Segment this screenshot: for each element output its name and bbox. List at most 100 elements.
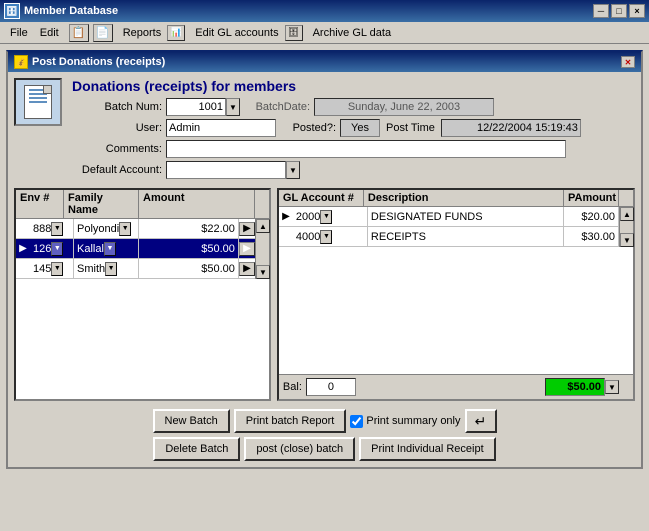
- batch-date-input: [314, 98, 494, 116]
- btn-row-1: New Batch Print batch Report Print summa…: [14, 409, 635, 433]
- user-row: User: Posted?: Post Time: [72, 119, 635, 137]
- nav-btn-2[interactable]: ▶: [239, 242, 255, 256]
- close-app-button[interactable]: ×: [629, 4, 645, 18]
- balance-scroll-btn[interactable]: ▼: [605, 380, 619, 394]
- env-cell-2: 126 ▼: [30, 239, 74, 258]
- menu-reports[interactable]: Reports: [117, 25, 168, 41]
- env-dropdown-3[interactable]: ▼: [51, 262, 63, 276]
- pamount-cell-1: $20.00: [564, 207, 619, 226]
- pamount-col-header: PAmount: [564, 190, 619, 206]
- left-table-scrollbar[interactable]: ▲ ▼: [255, 219, 269, 279]
- batch-num-dropdown[interactable]: ▼: [226, 98, 240, 116]
- comments-input[interactable]: [166, 140, 566, 158]
- desc-col-header: Description: [364, 190, 564, 206]
- delete-batch-button[interactable]: Delete Batch: [153, 437, 240, 461]
- app-icon: 🗄: [4, 3, 20, 19]
- gl-dropdown-2[interactable]: ▼: [320, 230, 332, 244]
- post-close-batch-button[interactable]: post (close) batch: [244, 437, 355, 461]
- menu-edit[interactable]: Edit: [34, 25, 65, 41]
- right-scroll-down-btn[interactable]: ▼: [620, 233, 634, 247]
- post-time-label: Post Time: [386, 122, 435, 134]
- balance-amount: $50.00: [545, 378, 605, 396]
- nav-btn-1[interactable]: ▶: [239, 222, 255, 236]
- amount-cell-1: $22.00: [139, 219, 239, 238]
- dialog-header-title: Donations (receipts) for members: [72, 78, 635, 94]
- left-table-header: Env # Family Name Amount: [16, 190, 269, 219]
- default-account-combo: ▼: [166, 161, 300, 179]
- toolbar-paste-icon[interactable]: 📄: [93, 24, 113, 42]
- dialog-body: Donations (receipts) for members Batch N…: [8, 72, 641, 467]
- gl-col-header: GL Account #: [279, 190, 364, 206]
- gl-dropdown-1[interactable]: ▼: [320, 210, 332, 224]
- tables-section: Env # Family Name Amount 888 ▼: [14, 188, 635, 401]
- desc-cell-2: RECEIPTS: [368, 227, 564, 246]
- table-row[interactable]: 888 ▼ Polyondi ▼ $22.00 ▶: [16, 219, 269, 239]
- table-row[interactable]: 145 ▼ Smith ▼ $50.00 ▶: [16, 259, 269, 279]
- family-dropdown-3[interactable]: ▼: [105, 262, 117, 276]
- nav-btn-3[interactable]: ▶: [239, 262, 255, 276]
- left-table-empty: [16, 279, 269, 399]
- balance-input[interactable]: [306, 378, 356, 396]
- scroll-track: [256, 233, 269, 265]
- family-cell-3: Smith ▼: [74, 259, 139, 278]
- menu-edit-gl[interactable]: Edit GL accounts: [189, 25, 284, 41]
- family-cell-1: Polyondi ▼: [74, 219, 139, 238]
- print-summary-checkbox[interactable]: [350, 415, 363, 428]
- user-input[interactable]: [166, 119, 276, 137]
- batch-num-input[interactable]: [166, 98, 226, 116]
- user-label: User:: [72, 122, 162, 134]
- menu-file[interactable]: File: [4, 25, 34, 41]
- print-individual-receipt-button[interactable]: Print Individual Receipt: [359, 437, 496, 461]
- menu-archive-gl[interactable]: Archive GL data: [307, 25, 397, 41]
- family-cell-2: Kallal ▼: [74, 239, 139, 258]
- minimize-button[interactable]: ─: [593, 4, 609, 18]
- family-dropdown-2[interactable]: ▼: [104, 242, 116, 256]
- scroll-up-btn[interactable]: ▲: [256, 219, 270, 233]
- post-time-input: [441, 119, 581, 137]
- table-row[interactable]: ▶ 126 ▼ Kallal ▼ $50.00: [16, 239, 269, 259]
- return-button[interactable]: ↵: [465, 409, 497, 433]
- right-table-panel: GL Account # Description PAmount ▶ 2000 …: [277, 188, 635, 401]
- title-bar: 🗄 Member Database ─ □ ×: [0, 0, 649, 22]
- batch-num-combo: ▼: [166, 98, 240, 116]
- toolbar-copy-icon[interactable]: 📋: [69, 24, 89, 42]
- print-summary-text: Print summary only: [366, 415, 460, 427]
- gl-cell-2: 4000 ▼: [293, 227, 368, 246]
- amount-cell-3: $50.00: [139, 259, 239, 278]
- maximize-button[interactable]: □: [611, 4, 627, 18]
- right-table-scrollbar[interactable]: ▲ ▼: [619, 207, 633, 247]
- print-summary-label: Print summary only: [350, 409, 460, 433]
- posted-input: [340, 119, 380, 137]
- default-account-dropdown[interactable]: ▼: [286, 161, 300, 179]
- amount-cell-2: $50.00: [139, 239, 239, 258]
- env-cell-3: 145 ▼: [30, 259, 74, 278]
- scroll-down-btn[interactable]: ▼: [256, 265, 270, 279]
- app-title: Member Database: [24, 5, 593, 17]
- table-row[interactable]: ▶ 2000 ▼ DESIGNATED FUNDS $20.00: [279, 207, 633, 227]
- edit-gl-icon: 📊: [167, 25, 185, 41]
- print-batch-report-button[interactable]: Print batch Report: [234, 409, 347, 433]
- dialog-title-text: Post Donations (receipts): [32, 56, 165, 68]
- batch-date-label: BatchDate:: [240, 101, 310, 113]
- family-dropdown-1[interactable]: ▼: [119, 222, 131, 236]
- default-account-input[interactable]: [166, 161, 286, 179]
- right-table-rows: ▶ 2000 ▼ DESIGNATED FUNDS $20.00: [279, 207, 633, 247]
- dialog-close-button[interactable]: ✕: [621, 56, 635, 68]
- batch-row: Batch Num: ▼ BatchDate:: [72, 98, 635, 116]
- right-table-empty: [279, 247, 633, 374]
- balance-row: Bal: $50.00 ▼: [279, 374, 633, 399]
- balance-label: Bal:: [283, 381, 302, 393]
- env-col-header: Env #: [16, 190, 64, 218]
- right-scroll-up-btn[interactable]: ▲: [620, 207, 634, 221]
- env-dropdown-2[interactable]: ▼: [51, 242, 63, 256]
- table-row[interactable]: 4000 ▼ RECEIPTS $30.00: [279, 227, 633, 247]
- menu-bar: File Edit 📋 📄 Reports 📊 Edit GL accounts…: [0, 22, 649, 44]
- header-section: Donations (receipts) for members Batch N…: [14, 78, 635, 182]
- env-dropdown-1[interactable]: ▼: [51, 222, 63, 236]
- comments-row: Comments:: [72, 140, 635, 158]
- new-batch-button[interactable]: New Batch: [153, 409, 230, 433]
- batch-num-label: Batch Num:: [72, 101, 162, 113]
- gl-row-arrow-1: ▶: [279, 211, 293, 222]
- amount-col-header: Amount: [139, 190, 255, 218]
- posted-label: Posted?:: [276, 122, 336, 134]
